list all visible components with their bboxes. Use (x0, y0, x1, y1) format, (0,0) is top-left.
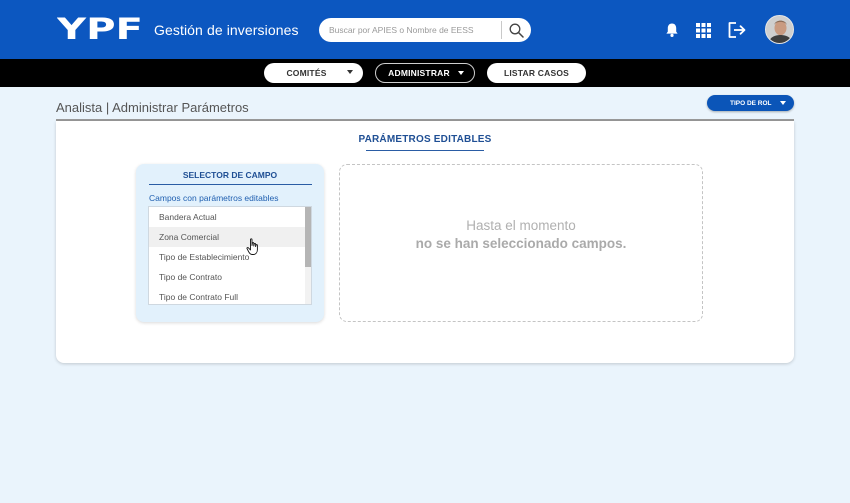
svg-text:YPF: YPF (57, 15, 143, 43)
chevron-down-icon (347, 70, 353, 74)
nav-listar-casos-label: LISTAR CASOS (503, 68, 570, 78)
chevron-down-icon (780, 101, 786, 105)
chevron-down-icon (458, 71, 464, 75)
list-item[interactable]: Tipo de Contrato Full (149, 287, 306, 304)
apps-button[interactable] (692, 19, 714, 41)
search-icon (509, 23, 524, 38)
top-header: YPF Gestión de inversiones (0, 0, 850, 59)
field-selector-underline (149, 184, 312, 185)
role-type-label: TIPO DE ROL (730, 99, 772, 107)
list-item[interactable]: Tipo de Establecimiento (149, 247, 306, 267)
nav-comites-button[interactable]: COMITÉS (264, 63, 363, 83)
role-type-dropdown[interactable]: TIPO DE ROL (707, 95, 794, 111)
ypf-logo[interactable]: YPF (57, 15, 144, 43)
section-title-underline (366, 150, 484, 151)
field-listbox[interactable]: Bandera Actual Zona Comercial Tipo de Es… (148, 206, 312, 305)
apps-grid-icon (695, 22, 711, 38)
list-item[interactable]: Zona Comercial (149, 227, 306, 247)
search-button[interactable] (505, 20, 527, 40)
list-item[interactable]: Tipo de Contrato (149, 267, 306, 287)
avatar[interactable] (765, 15, 794, 44)
hand-cursor-icon (246, 238, 258, 255)
list-item[interactable]: Bandera Actual (149, 207, 306, 227)
nav-comites-label: COMITÉS (286, 68, 327, 78)
field-selector-subtitle: Campos con parámetros editables (149, 193, 279, 203)
empty-state-line2: no se han seleccionado campos. (415, 236, 627, 251)
bell-icon (666, 23, 678, 37)
search-divider (501, 21, 502, 39)
nav-administrar-button[interactable]: ADMINISTRAR (375, 63, 475, 83)
search-input[interactable] (329, 18, 499, 42)
app-title: Gestión de inversiones (154, 22, 299, 38)
nav-listar-casos-button[interactable]: LISTAR CASOS (487, 63, 586, 83)
empty-state-line1: Hasta el momento (466, 218, 576, 233)
logout-icon (728, 22, 746, 38)
scrollbar-thumb[interactable] (305, 207, 311, 267)
main-nav: COMITÉS ADMINISTRAR LISTAR CASOS (0, 59, 850, 87)
notifications-button[interactable] (661, 19, 683, 41)
breadcrumb: Analista | Administrar Parámetros (56, 100, 249, 115)
field-selector-title: SELECTOR DE CAMPO (182, 170, 278, 180)
nav-administrar-label: ADMINISTRAR (388, 68, 450, 78)
user-photo-icon (766, 16, 793, 43)
section-title: PARÁMETROS EDITABLES (358, 134, 492, 145)
search-bar (319, 18, 531, 42)
logout-button[interactable] (726, 19, 748, 41)
listbox-scrollbar[interactable] (305, 207, 311, 304)
